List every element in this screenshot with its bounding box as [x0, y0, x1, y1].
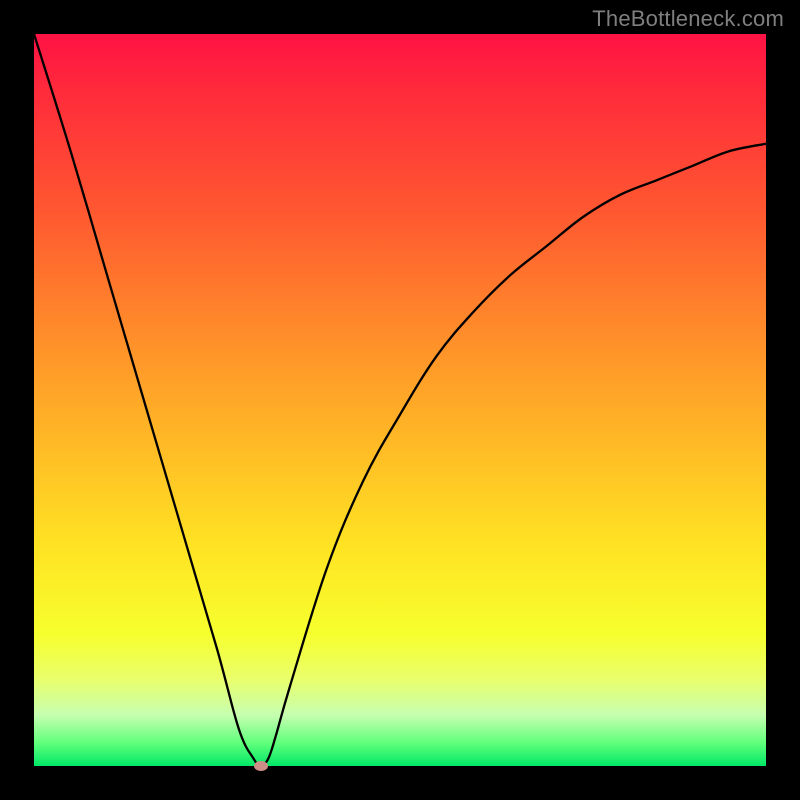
- optimum-marker: [254, 761, 268, 771]
- bottleneck-curve-path: [34, 34, 766, 766]
- plot-area: [34, 34, 766, 766]
- chart-svg: [34, 34, 766, 766]
- chart-frame: TheBottleneck.com: [0, 0, 800, 800]
- watermark-text: TheBottleneck.com: [592, 6, 784, 32]
